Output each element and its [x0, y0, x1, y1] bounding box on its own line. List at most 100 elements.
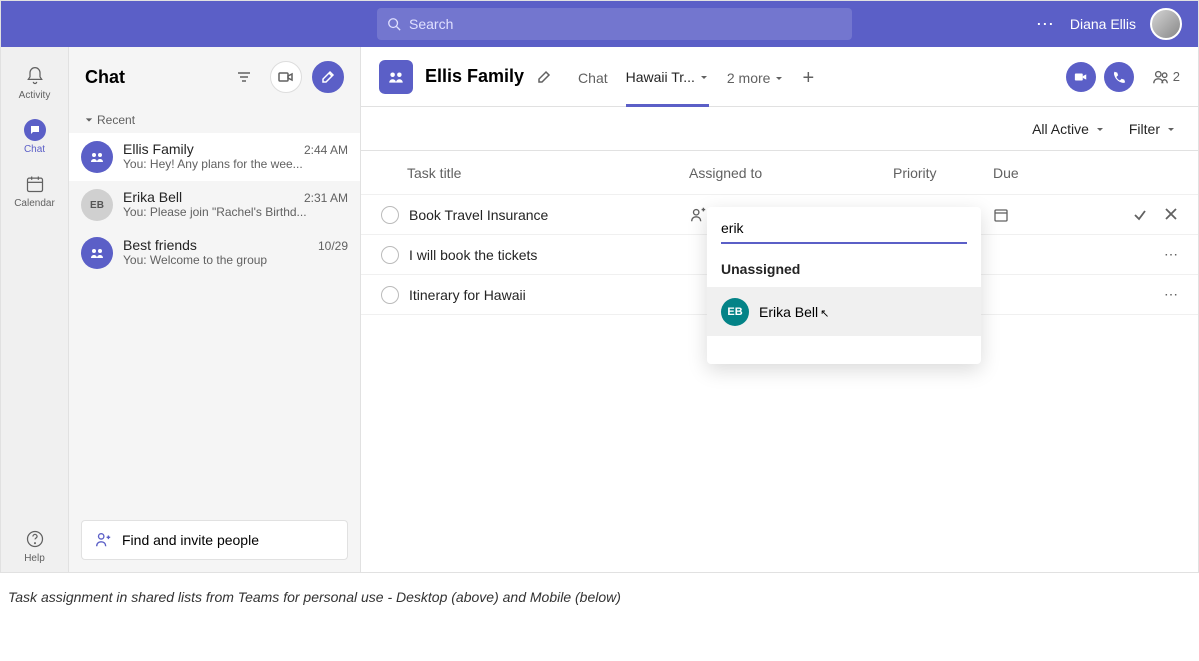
rail-chat[interactable]: Chat — [1, 109, 68, 163]
tabs: Chat Hawaii Tr... 2 more + — [578, 47, 814, 107]
assignee-option[interactable]: EB Erika Bell↖ — [707, 288, 981, 336]
task-title[interactable]: I will book the tickets — [409, 247, 689, 263]
pencil-icon — [536, 69, 552, 85]
filter-icon — [236, 69, 252, 85]
task-column-headers: Task title Assigned to Priority Due — [361, 151, 1198, 195]
task-title[interactable]: Itinerary for Hawaii — [409, 287, 689, 303]
chevron-down-icon — [774, 73, 784, 83]
new-chat-button[interactable] — [312, 61, 344, 93]
group-avatar-icon — [81, 237, 113, 269]
chat-preview: You: Please join "Rachel's Birthd... — [123, 205, 348, 219]
search-placeholder: Search — [409, 16, 453, 32]
calendar-icon — [993, 207, 1009, 223]
cursor-icon: ↖ — [820, 308, 829, 320]
rail-help-label: Help — [24, 553, 45, 564]
edit-group-button[interactable] — [536, 69, 552, 85]
rail-help[interactable]: Help — [1, 518, 68, 572]
assignee-name: Erika Bell↖ — [759, 304, 829, 320]
chat-list-item[interactable]: Best friends10/29 You: Welcome to the gr… — [69, 229, 360, 277]
invite-people-icon — [94, 531, 112, 549]
chat-list-item[interactable]: Ellis Family 2:44 AM You: Hey! Any plans … — [69, 133, 360, 181]
chevron-down-icon — [1166, 124, 1176, 134]
task-complete-toggle[interactable] — [381, 286, 399, 304]
find-invite-button[interactable]: Find and invite people — [81, 520, 348, 560]
chevron-down-icon — [85, 116, 93, 124]
find-invite-label: Find and invite people — [122, 532, 259, 548]
participants-button[interactable]: 2 — [1152, 68, 1180, 86]
video-icon — [1074, 70, 1088, 84]
assignee-search-input[interactable] — [721, 214, 967, 244]
user-name: Diana Ellis — [1070, 16, 1136, 32]
rail-calendar-label: Calendar — [14, 198, 55, 209]
chat-timestamp: 10/29 — [318, 239, 348, 253]
add-tab-button[interactable]: + — [802, 47, 814, 107]
calendar-icon — [23, 172, 47, 196]
app-window: Search ⋯ Diana Ellis Activity Chat — [0, 0, 1199, 573]
more-options-icon[interactable]: ⋯ — [1036, 14, 1056, 35]
task-more-button[interactable]: ⋯ — [1164, 246, 1178, 263]
unassigned-option[interactable]: Unassigned — [707, 251, 981, 288]
search-input[interactable]: Search — [377, 8, 852, 40]
header-right: ⋯ Diana Ellis — [1036, 8, 1182, 40]
chat-pane-title: Chat — [85, 67, 218, 88]
search-icon — [387, 17, 401, 31]
recent-section-header[interactable]: Recent — [69, 107, 360, 133]
rail-chat-label: Chat — [24, 144, 45, 155]
main-header-actions: 2 — [1066, 62, 1180, 92]
confirm-button[interactable] — [1132, 207, 1148, 223]
chat-list-item[interactable]: EB Erika Bell2:31 AM You: Please join "R… — [69, 181, 360, 229]
main-header: Ellis Family Chat Hawaii Tr... 2 more + — [361, 47, 1198, 107]
compose-icon — [320, 69, 336, 85]
assignee-search-wrapper — [707, 207, 981, 251]
all-active-dropdown[interactable]: All Active — [1032, 121, 1105, 137]
chat-pane: Chat Recent — [69, 47, 361, 572]
phone-icon — [1112, 70, 1126, 84]
close-icon — [1164, 207, 1178, 221]
group-name: Ellis Family — [425, 66, 524, 87]
tab-more[interactable]: 2 more — [727, 47, 785, 107]
task-complete-toggle[interactable] — [381, 206, 399, 224]
task-title[interactable]: Book Travel Insurance — [409, 207, 689, 223]
caption: Task assignment in shared lists from Tea… — [0, 573, 1199, 621]
task-more-button[interactable]: ⋯ — [1164, 286, 1178, 303]
tab-chat[interactable]: Chat — [578, 47, 608, 107]
task-due-button[interactable] — [993, 207, 1083, 223]
app-rail: Activity Chat Calendar — [1, 47, 69, 572]
chat-pane-header: Chat — [69, 47, 360, 107]
user-avatar[interactable] — [1150, 8, 1182, 40]
filter-dropdown[interactable]: Filter — [1129, 121, 1176, 137]
chat-name: Best friends — [123, 237, 197, 253]
assignee-avatar: EB — [721, 298, 749, 326]
group-avatar-icon — [81, 141, 113, 173]
assignee-dropdown: Unassigned EB Erika Bell↖ — [707, 207, 981, 364]
video-call-button[interactable] — [1066, 62, 1096, 92]
rail-calendar[interactable]: Calendar — [1, 163, 68, 217]
task-list: Book Travel Insurance I will boo — [361, 195, 1198, 315]
chat-name: Ellis Family — [123, 141, 194, 157]
group-header-avatar — [379, 60, 413, 94]
cancel-button[interactable] — [1164, 207, 1178, 223]
task-complete-toggle[interactable] — [381, 246, 399, 264]
filter-bar: All Active Filter — [361, 107, 1198, 151]
filter-button[interactable] — [228, 61, 260, 93]
help-icon — [23, 527, 47, 551]
chat-icon — [23, 118, 47, 142]
col-task-title: Task title — [407, 165, 689, 181]
people-icon — [1152, 68, 1170, 86]
chevron-down-icon — [1095, 124, 1105, 134]
chat-name: Erika Bell — [123, 189, 182, 205]
video-icon — [278, 69, 294, 85]
rail-activity[interactable]: Activity — [1, 55, 68, 109]
tab-hawaii[interactable]: Hawaii Tr... — [626, 47, 709, 107]
title-bar: Search ⋯ Diana Ellis — [1, 1, 1198, 47]
col-assigned-to: Assigned to — [689, 165, 893, 181]
chevron-down-icon — [699, 72, 709, 82]
chat-preview: You: Hey! Any plans for the wee... — [123, 157, 348, 171]
chat-timestamp: 2:31 AM — [304, 191, 348, 205]
video-call-button[interactable] — [270, 61, 302, 93]
bell-icon — [23, 64, 47, 88]
audio-call-button[interactable] — [1104, 62, 1134, 92]
chat-timestamp: 2:44 AM — [304, 143, 348, 157]
col-priority: Priority — [893, 165, 993, 181]
app-body: Activity Chat Calendar — [1, 47, 1198, 572]
